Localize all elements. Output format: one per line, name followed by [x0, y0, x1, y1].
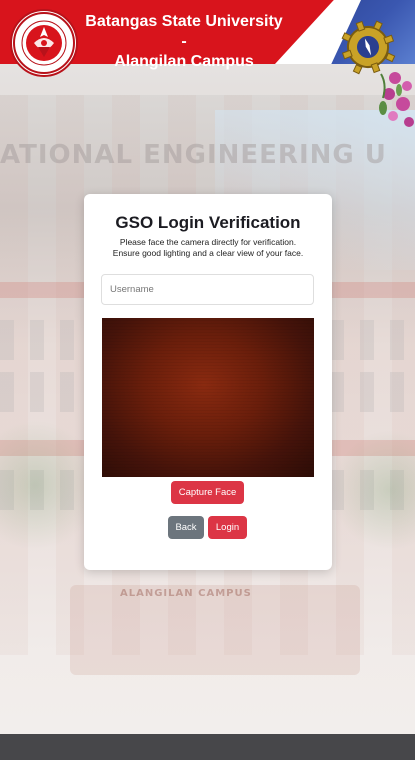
building-sign-text: ATIONAL ENGINEERING U — [0, 140, 387, 170]
site-title: Batangas State University - Alangilan Ca… — [84, 12, 284, 72]
login-button[interactable]: Login — [208, 516, 247, 539]
engineering-gear-emblem-icon — [339, 18, 397, 76]
instructions-line1: Please face the camera directly for veri… — [119, 237, 297, 247]
login-card: GSO Login Verification Please face the c… — [84, 194, 332, 570]
page-footer — [0, 734, 415, 760]
gate-sign-text: ALANGILAN CAMPUS — [120, 588, 252, 599]
capture-face-button[interactable]: Capture Face — [171, 481, 244, 504]
site-title-line1: Batangas State University - — [85, 13, 283, 50]
verification-instructions: Please face the camera directly for veri… — [94, 237, 322, 259]
instructions-line2: Ensure good lighting and a clear view of… — [112, 248, 304, 258]
back-button[interactable]: Back — [168, 516, 204, 539]
username-input[interactable] — [101, 274, 314, 305]
site-title-line2: Alangilan Campus — [114, 53, 254, 70]
university-seal-icon — [10, 9, 78, 77]
page-title: GSO Login Verification — [115, 213, 301, 232]
camera-preview — [102, 318, 314, 477]
